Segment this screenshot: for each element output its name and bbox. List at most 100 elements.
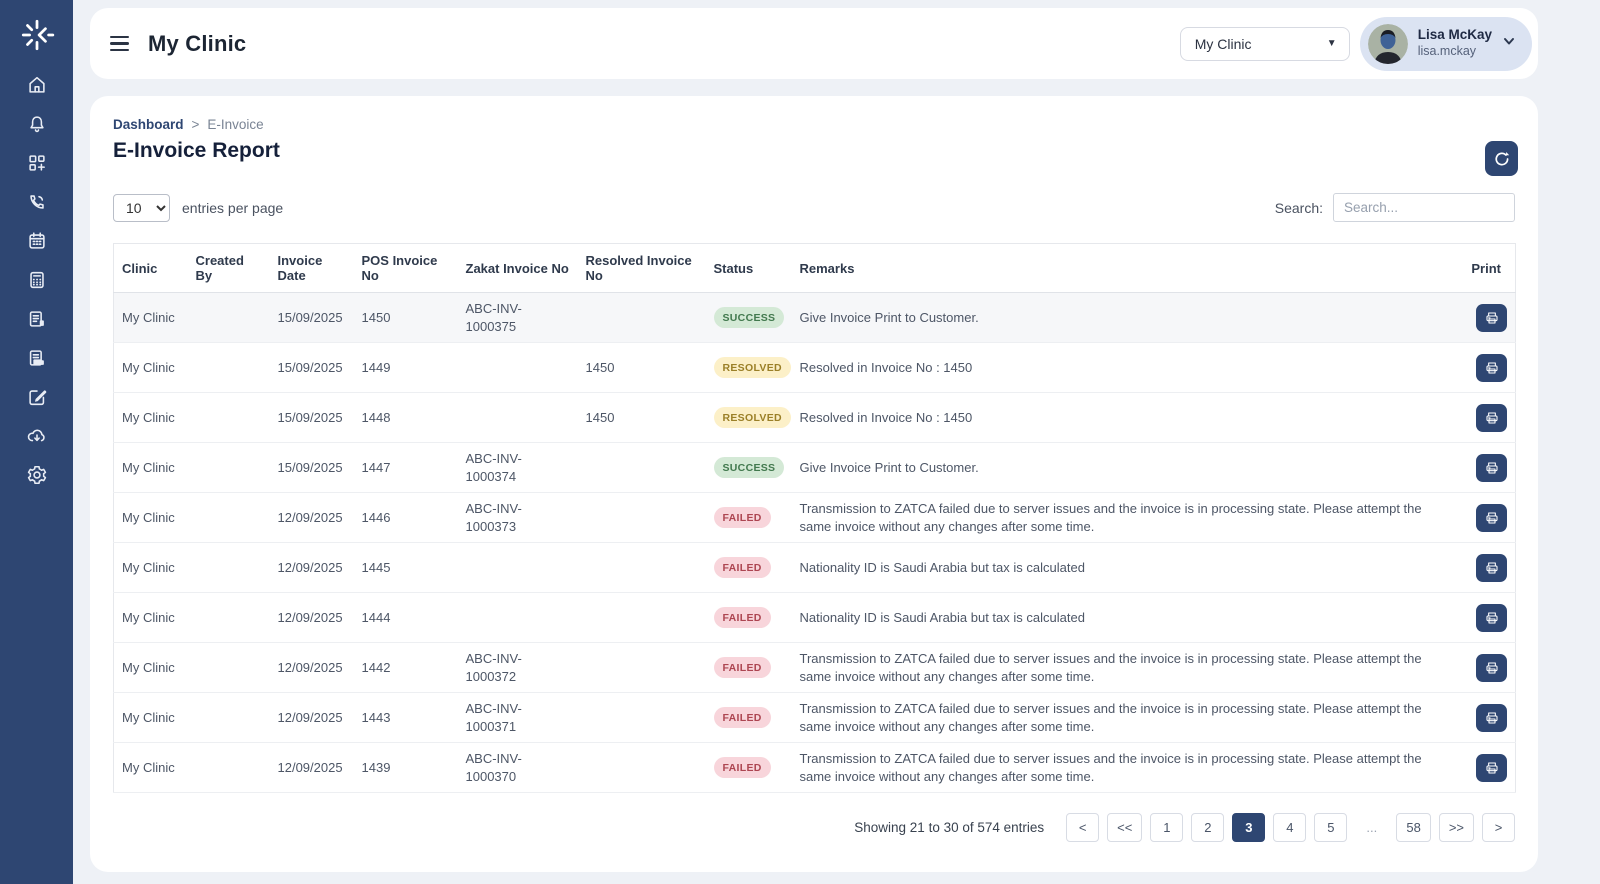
column-header: Remarks: [791, 243, 1436, 293]
app-logo[interactable]: [18, 0, 56, 70]
column-header: Zakat Invoice No: [457, 243, 578, 293]
gear-icon: [27, 465, 46, 485]
search-input[interactable]: [1333, 193, 1515, 222]
status-badge: SUCCESS: [713, 307, 785, 328]
table-controls: 10 entries per page Search:: [113, 193, 1515, 222]
sidebar-nav: [17, 74, 57, 486]
page-button-2[interactable]: 2: [1191, 813, 1225, 842]
entries-select[interactable]: 10: [113, 193, 170, 222]
breadcrumb: Dashboard > E-Invoice: [113, 117, 1515, 132]
status-badge: FAILED: [713, 707, 771, 728]
pagination: < << 1 2 3 4 5... 58 >> >: [1066, 813, 1515, 842]
table-header: Clinic Created By Invoice Date POS Invoice …: [113, 243, 1516, 293]
invoice-table: Clinic Created By Invoice Date POS Invoice …: [113, 243, 1516, 793]
user-menu[interactable]: Lisa McKay lisa.mckay: [1359, 16, 1532, 71]
sidebar-item-invoices[interactable]: [17, 347, 57, 369]
print-button[interactable]: [1476, 753, 1507, 782]
edit-icon: [28, 390, 46, 406]
page-button-58[interactable]: 58: [1396, 813, 1431, 842]
user-photo: [1367, 23, 1408, 64]
sidebar-item-calendar[interactable]: [17, 230, 57, 252]
qr-apps-icon: [28, 155, 45, 171]
print-button[interactable]: [1476, 403, 1507, 432]
table-header-row: Clinic Created By Invoice Date POS Invoice …: [113, 243, 1516, 293]
column-header: Resolved Invoice No: [577, 243, 706, 293]
status-badge: RESOLVED: [713, 407, 791, 428]
status-badge: FAILED: [713, 557, 771, 578]
sidebar-item-settings[interactable]: [17, 464, 57, 486]
header-right: My Clinic ▼ Lisa McKay lisa.mckay: [1179, 16, 1532, 71]
sidebar-item-reports[interactable]: [17, 308, 57, 330]
column-header: Invoice Date: [269, 243, 354, 293]
page-button-1[interactable]: 1: [1150, 813, 1184, 842]
table-row: My Clinic 12/09/2025 1443 ABC-INV-1000371 FA…: [113, 692, 1516, 743]
column-header: Print: [1435, 243, 1516, 293]
sidebar-item-home[interactable]: [17, 74, 57, 96]
page-button-<[interactable]: <: [1066, 813, 1100, 842]
print-button[interactable]: [1476, 603, 1507, 632]
refresh-button[interactable]: [1485, 141, 1518, 176]
search-wrap: Search:: [1275, 193, 1515, 222]
chevron-down-icon: [1502, 34, 1516, 53]
table-row: My Clinic 12/09/2025 1439 ABC-INV-1000370 FA…: [113, 742, 1516, 793]
sidebar-item-billing[interactable]: [17, 269, 57, 291]
print-button[interactable]: [1476, 703, 1507, 732]
page-button-...: ...: [1355, 813, 1388, 842]
sparkle-logo-icon: [21, 19, 54, 51]
clinic-select-dropdown[interactable]: My Clinic ▼: [1179, 26, 1350, 61]
cloud-download-icon: [27, 429, 45, 442]
page-button-3[interactable]: 3: [1232, 813, 1266, 842]
page-button-<<[interactable]: <<: [1107, 813, 1143, 842]
status-badge: SUCCESS: [713, 457, 785, 478]
table-row: My Clinic 12/09/2025 1445 FAILED Nationality…: [113, 542, 1516, 593]
home-icon: [28, 76, 45, 93]
user-username: lisa.mckay: [1417, 44, 1477, 59]
report-icon: [29, 311, 44, 327]
printer-icon: [1485, 311, 1498, 324]
breadcrumb-separator: >: [191, 117, 200, 132]
page-button-4[interactable]: 4: [1273, 813, 1307, 842]
printer-icon: [1485, 661, 1498, 674]
user-meta: Lisa McKay lisa.mckay: [1418, 27, 1492, 60]
page-button->[interactable]: >: [1482, 813, 1515, 842]
status-badge: FAILED: [713, 757, 771, 778]
avatar: [1367, 23, 1408, 64]
main-content: Dashboard > E-Invoice E-Invoice Report 1…: [90, 96, 1538, 872]
sidebar-item-notifications[interactable]: [17, 113, 57, 135]
table-row: My Clinic 12/09/2025 1444 FAILED Nationality…: [113, 592, 1516, 643]
table-row: My Clinic 15/09/2025 1448 1450 RESOLVED Resol…: [113, 392, 1516, 443]
menu-toggle-button[interactable]: [110, 35, 132, 52]
printer-icon: [1485, 561, 1498, 574]
app-title: My Clinic: [148, 30, 247, 56]
print-button[interactable]: [1476, 353, 1507, 382]
printer-icon: [1485, 361, 1498, 374]
printer-icon: [1485, 461, 1498, 474]
page-button-5[interactable]: 5: [1314, 813, 1348, 842]
sidebar-item-edit[interactable]: [17, 386, 57, 408]
pagination-summary: Showing 21 to 30 of 574 entries: [854, 820, 1045, 835]
sidebar-item-apps[interactable]: [17, 152, 57, 174]
table-row: My Clinic 15/09/2025 1449 1450 RESOLVED Resol…: [113, 342, 1516, 393]
status-badge: FAILED: [713, 507, 771, 528]
page-button->>[interactable]: >>: [1438, 813, 1474, 842]
clinic-select-value: My Clinic: [1194, 35, 1252, 52]
printer-icon: [1485, 711, 1498, 724]
status-badge: RESOLVED: [713, 357, 791, 378]
calculator-icon: [29, 271, 44, 289]
search-label: Search:: [1274, 199, 1323, 216]
sidebar-item-calls[interactable]: [17, 191, 57, 213]
sidebar-item-cloud[interactable]: [17, 425, 57, 447]
pagination-row: Showing 21 to 30 of 574 entries < << 1 2 3 4 5…: [113, 813, 1515, 842]
breadcrumb-e-invoice: E-Invoice: [207, 117, 264, 132]
page-title: E-Invoice Report: [113, 139, 280, 162]
sidebar: [0, 0, 73, 884]
print-button[interactable]: [1476, 653, 1507, 682]
top-header: My Clinic My Clinic ▼ Lisa McKay lisa.mc…: [90, 8, 1538, 79]
printer-icon: [1485, 611, 1498, 624]
print-button[interactable]: [1476, 503, 1507, 532]
print-button[interactable]: [1476, 303, 1507, 332]
print-button[interactable]: [1476, 553, 1507, 582]
printer-icon: [1485, 411, 1498, 424]
breadcrumb-dashboard[interactable]: Dashboard: [113, 117, 184, 132]
print-button[interactable]: [1476, 453, 1507, 482]
